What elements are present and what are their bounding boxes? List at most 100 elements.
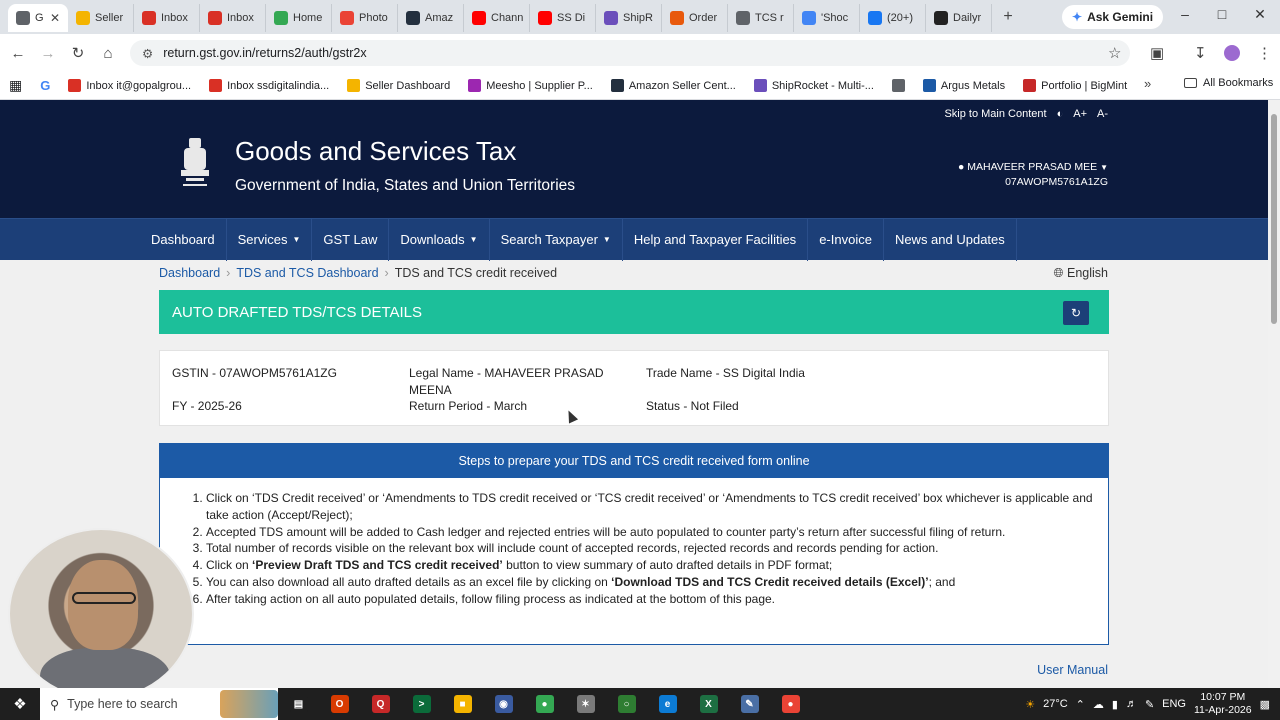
reload-icon[interactable]: ↻ [63,44,93,62]
all-bookmarks-button[interactable]: All Bookmarks [1184,77,1273,89]
browser-tab[interactable]: Chann [464,4,530,32]
url-input[interactable]: ⚙ return.gst.gov.in/returns2/auth/gstr2x [130,40,1130,66]
clock[interactable]: 10:07 PM 11-Apr-2026 [1194,691,1252,717]
contrast-icon[interactable]: ◐ [1057,108,1064,120]
gstin-field: GSTIN - 07AWOPM5761A1ZG [172,366,337,380]
taskbar-office-icon[interactable]: O [319,688,360,720]
taskbar-search-input[interactable]: ⚲ Type here to search [40,688,278,720]
maximize-icon[interactable]: □ [1207,6,1237,22]
bookmark-item[interactable]: Inbox it@gopalgrou... [59,79,200,92]
user-manual-link[interactable]: User Manual [1037,663,1108,677]
user-menu[interactable]: ● MAHAVEER PRASAD MEE ▼ 07AWOPM5761A1ZG [958,160,1108,189]
browser-tab[interactable]: (20+) [860,4,926,32]
more-bookmarks-icon[interactable]: » [1144,76,1151,91]
forward-icon[interactable]: → [33,45,63,62]
windows-start-icon[interactable]: ❖ [0,695,40,713]
bookmark-item[interactable]: Seller Dashboard [338,79,459,92]
taskbar-edge-icon[interactable]: e [647,688,688,720]
close-tab-icon[interactable]: ✕ [50,11,60,25]
taskbar-app-q-icon[interactable]: Q [360,688,401,720]
page-scrollbar[interactable] [1268,100,1280,688]
browser-tab[interactable]: Seller [68,4,134,32]
nav-item-news-and-updates[interactable]: News and Updates [884,218,1017,261]
bookmark-star-icon[interactable]: ☆ [1108,44,1121,62]
nav-item-help-and-taxpayer-facilities[interactable]: Help and Taxpayer Facilities [623,218,809,261]
bookmark-item[interactable]: Meesho | Supplier P... [459,79,602,92]
nav-item-e-invoice[interactable]: e-Invoice [808,218,884,261]
back-icon[interactable]: ← [3,45,33,62]
browser-tab[interactable]: ShipR [596,4,662,32]
taskbar-chrome-icon[interactable]: ● [524,688,565,720]
taskbar-file-explorer-icon[interactable]: ■ [442,688,483,720]
browser-tab[interactable]: G ✕ [8,4,68,32]
browser-tab[interactable]: Inbox [200,4,266,32]
breadcrumb-tds-tcs-dashboard[interactable]: TDS and TCS Dashboard [236,266,378,280]
nav-item-services[interactable]: Services ▼ [227,218,313,261]
network-icon[interactable]: ☁ [1093,698,1104,711]
step-item: Click on ‘TDS Credit received’ or ‘Amend… [206,490,1093,524]
nav-item-downloads[interactable]: Downloads ▼ [389,218,490,261]
bookmark-item[interactable] [883,79,914,92]
step-item: After taking action on all auto populate… [206,591,1093,608]
bookmark-favicon-icon [209,79,223,92]
browser-tab[interactable]: Order [662,4,728,32]
bookmark-item[interactable]: Amazon Seller Cent... [602,79,745,92]
nav-item-dashboard[interactable]: Dashboard [140,218,227,261]
nav-item-gst-law[interactable]: GST Law [312,218,390,261]
bookmark-item[interactable]: Inbox ssdigitalindia... [200,79,338,92]
taskbar-app-tool-icon[interactable]: ✶ [565,688,606,720]
menu-icon[interactable]: ⋮ [1257,44,1272,62]
taskbar-excel-icon[interactable]: X [688,688,729,720]
nav-item-search-taxpayer[interactable]: Search Taxpayer ▼ [490,218,623,261]
google-bookmark[interactable]: G [31,78,59,93]
tray-up-chevron-icon[interactable]: ⌃ [1076,698,1085,711]
browser-tab[interactable]: Inbox [134,4,200,32]
apps-grid-icon[interactable]: ▦ [0,77,31,94]
font-increase-button[interactable]: A+ [1073,108,1087,120]
refresh-button[interactable]: ↻ [1063,301,1089,325]
browser-tab[interactable]: Amaz [398,4,464,32]
new-tab-icon[interactable]: + [996,8,1020,26]
browser-tab[interactable]: SS Di [530,4,596,32]
national-emblem-icon [181,138,209,186]
browser-tab[interactable]: 'Shoc [794,4,860,32]
breadcrumb-separator: › [384,266,389,280]
minimize-icon[interactable]: – [1170,6,1200,22]
browser-tab[interactable]: Dailyr [926,4,992,32]
browser-tab[interactable]: TCS r [728,4,794,32]
input-language[interactable]: ENG [1162,698,1186,710]
home-icon[interactable]: ⌂ [93,45,123,62]
weather-icon[interactable]: ☀ [1025,698,1035,711]
close-window-icon[interactable]: ✕ [1245,6,1275,23]
taskbar-app-blue-icon[interactable]: ◉ [483,688,524,720]
bookmark-item[interactable]: ShipRocket - Multi-... [745,79,883,92]
font-decrease-button[interactable]: A- [1097,108,1108,120]
chevron-down-icon: ▼ [469,235,478,244]
skip-to-main-link[interactable]: Skip to Main Content [944,108,1046,120]
taskbar-terminal-icon[interactable]: > [401,688,442,720]
scrollbar-thumb[interactable] [1271,114,1277,324]
taskbar-task-view-icon[interactable]: ▤ [278,688,319,720]
extensions-icon[interactable]: ▣ [1150,44,1164,62]
fy-field: FY - 2025-26 [172,399,242,413]
download-icon[interactable]: ↧ [1194,44,1207,62]
pen-icon[interactable]: ✎ [1145,698,1154,711]
ask-gemini-button[interactable]: ✦ Ask Gemini [1062,5,1164,29]
browser-tab[interactable]: Photo [332,4,398,32]
bookmark-item[interactable]: Portfolio | BigMint [1014,79,1136,92]
profile-avatar[interactable] [1224,45,1240,61]
breadcrumb-separator: › [226,266,231,280]
taskbar-chrome-2-icon[interactable]: ● [770,688,811,720]
site-info-icon[interactable]: ⚙ [142,46,153,61]
breadcrumb-dashboard[interactable]: Dashboard [159,266,220,280]
language-selector[interactable]: 🌐︎ English [1054,266,1109,281]
tab-favicon-icon [208,11,222,25]
notifications-icon[interactable]: ▩ [1260,698,1270,711]
bookmark-item[interactable]: Argus Metals [914,79,1014,92]
browser-tab[interactable]: Home [266,4,332,32]
speaker-icon[interactable]: ♬ [1126,698,1137,710]
taxpayer-info-panel: GSTIN - 07AWOPM5761A1ZG Legal Name - MAH… [159,350,1109,426]
taskbar-app-green-icon[interactable]: ○ [606,688,647,720]
taskbar-app-pen-icon[interactable]: ✎ [729,688,770,720]
battery-icon[interactable]: ▮ [1112,698,1118,711]
